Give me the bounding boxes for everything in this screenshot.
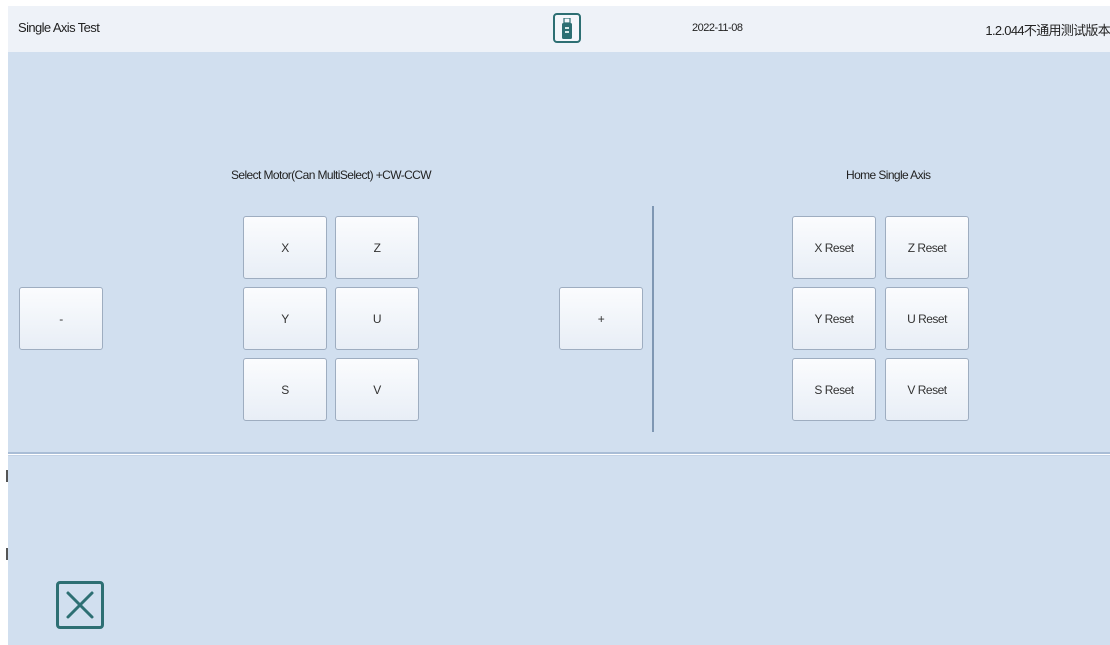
jog-minus-button[interactable]: - — [19, 287, 103, 350]
single-axis-test-screen: Single Axis Test 2022-11-08 1.2.044不通用测试… — [0, 0, 1110, 645]
home-single-axis-label: Home Single Axis — [846, 168, 931, 182]
bottom-panel — [8, 456, 1110, 645]
axis-x-button[interactable]: X — [243, 216, 327, 279]
axis-s-button[interactable]: S — [243, 358, 327, 421]
motor-select-label: Select Motor(Can MultiSelect) +CW-CCW — [231, 168, 432, 182]
z-reset-button[interactable]: Z Reset — [885, 216, 969, 279]
usb-drive-icon[interactable] — [553, 13, 581, 43]
close-icon — [66, 591, 94, 619]
version-label: 1.2.044不通用测试版本 — [985, 23, 1110, 38]
jog-plus-button[interactable]: + — [559, 287, 643, 350]
y-reset-button[interactable]: Y Reset — [792, 287, 876, 350]
s-reset-button[interactable]: S Reset — [792, 358, 876, 421]
axis-y-button[interactable]: Y — [243, 287, 327, 350]
u-reset-button[interactable]: U Reset — [885, 287, 969, 350]
edge-mark — [6, 470, 8, 482]
close-button[interactable] — [56, 581, 104, 629]
edge-mark — [6, 548, 8, 560]
vertical-divider — [652, 206, 654, 432]
axis-v-button[interactable]: V — [335, 358, 419, 421]
header-date: 2022-11-08 — [692, 22, 743, 34]
v-reset-button[interactable]: V Reset — [885, 358, 969, 421]
axis-u-button[interactable]: U — [335, 287, 419, 350]
page-title: Single Axis Test — [18, 20, 100, 35]
section-divider — [8, 452, 1110, 454]
x-reset-button[interactable]: X Reset — [792, 216, 876, 279]
header-bar: Single Axis Test 2022-11-08 1.2.044不通用测试… — [8, 6, 1110, 53]
axis-z-button[interactable]: Z — [335, 216, 419, 279]
